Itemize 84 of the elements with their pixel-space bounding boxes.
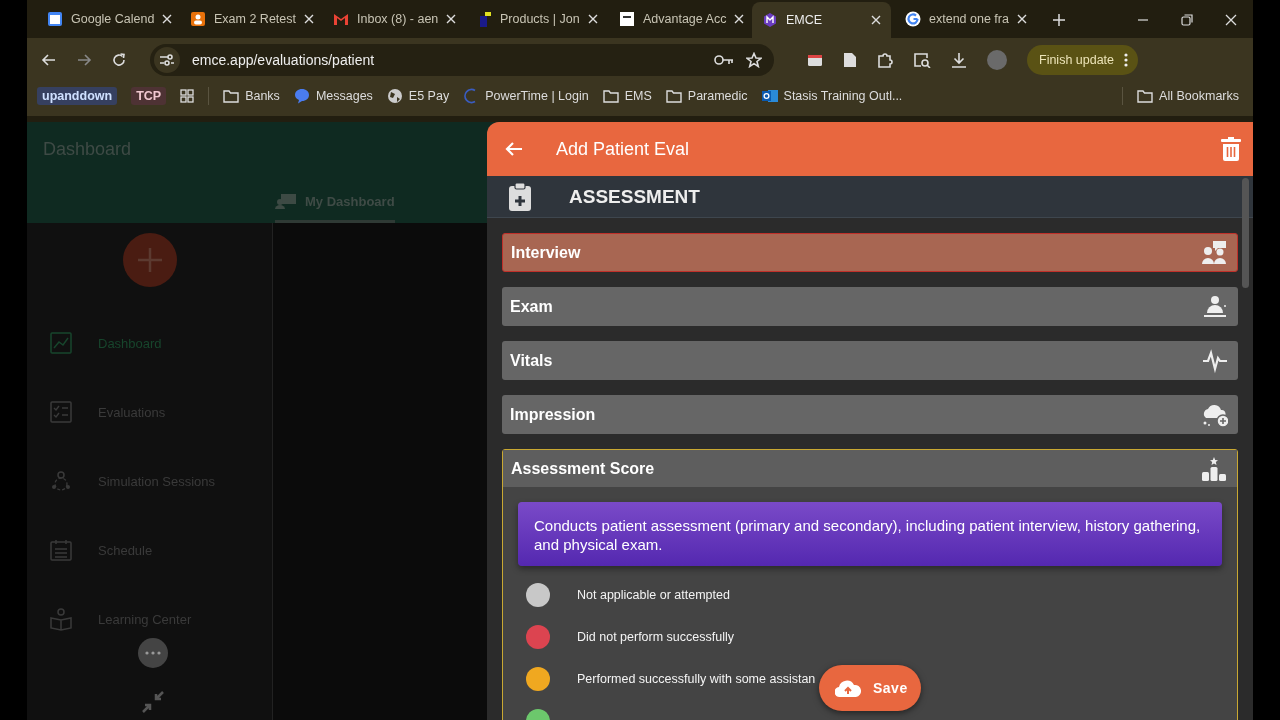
accordion-header[interactable]: Vitals [502, 341, 1238, 380]
clipboard-medical-icon [509, 182, 531, 211]
radio-dot[interactable] [526, 667, 550, 691]
collapse-icon[interactable] [140, 690, 165, 714]
star-icon[interactable] [746, 52, 762, 68]
close-icon[interactable] [1016, 13, 1027, 24]
outlook-icon [761, 88, 778, 104]
bookmark-chip[interactable]: TCP [131, 87, 167, 105]
chart-icon [50, 332, 72, 355]
radio-dot[interactable] [526, 583, 550, 607]
puzzle-icon[interactable] [877, 52, 893, 68]
bookmark-chip[interactable]: upanddown [37, 87, 118, 105]
accordion-header[interactable]: Exam [502, 287, 1238, 326]
bookmark-link[interactable]: PowerTime | Login [463, 88, 589, 104]
globe-icon [386, 88, 403, 104]
pulse-icon [1202, 347, 1228, 374]
browser-tab[interactable]: Advantage Acc [609, 2, 748, 35]
close-icon[interactable] [587, 13, 598, 24]
browser-tab[interactable]: Products | Jon [466, 2, 605, 35]
browser-tab[interactable]: Google Calend [37, 2, 176, 35]
more-icon[interactable] [137, 638, 168, 668]
description-banner: Conducts patient assessment (primary and secondary), including patient interview, history gathering, and physical exam. [518, 502, 1222, 566]
google-logo-icon [905, 10, 921, 27]
radio-dot[interactable] [526, 625, 550, 649]
bookmark-link[interactable]: All Bookmarks [1137, 88, 1239, 104]
calendar-icon [50, 539, 72, 562]
restore-icon[interactable] [1181, 14, 1193, 26]
accordion-header[interactable]: Interview [502, 233, 1238, 272]
bookmark-link[interactable]: Banks [223, 88, 280, 104]
close-icon[interactable] [162, 13, 173, 24]
folder-icon [665, 88, 682, 104]
back-icon[interactable] [41, 52, 57, 68]
bookmark-link[interactable]: EMS [602, 88, 652, 104]
hexagon-logo-icon [762, 12, 778, 28]
folder-icon [223, 88, 240, 104]
people-circle-icon [50, 470, 72, 493]
section-title: ASSESSMENT [569, 185, 700, 208]
browser-tab[interactable]: EMCE [752, 2, 891, 38]
option-label: Did not perform successfully [577, 630, 734, 644]
more-icon[interactable] [1124, 53, 1129, 67]
close-icon[interactable] [871, 15, 881, 25]
key-icon[interactable] [714, 54, 734, 66]
browser-tab[interactable]: Inbox (8) - aen [323, 2, 462, 35]
accordion-header[interactable]: Impression [502, 395, 1238, 434]
scrollbar[interactable] [1242, 178, 1249, 288]
bookmark-link[interactable]: Paramedic [665, 88, 748, 104]
trash-icon[interactable] [1221, 137, 1241, 161]
forward-icon[interactable] [76, 52, 92, 68]
document-icon [619, 10, 635, 27]
site-settings-icon[interactable] [159, 53, 175, 67]
calendar-icon [47, 10, 63, 27]
window-icon[interactable] [807, 52, 823, 68]
close-icon[interactable] [304, 13, 314, 24]
checklist-icon [50, 401, 72, 424]
bookmark-link[interactable]: Stasis Training Outl... [761, 88, 903, 104]
people-chat-icon [1201, 239, 1227, 266]
page-search-icon[interactable] [913, 52, 931, 68]
browser-tab[interactable]: Exam 2 Retest [180, 2, 319, 35]
cloud-upload-icon [835, 678, 861, 698]
apps-grid-icon[interactable] [180, 89, 195, 103]
close-icon[interactable] [1225, 14, 1237, 26]
accordion-header[interactable]: Assessment Score [503, 450, 1237, 487]
panel-title: Add Patient Eval [556, 138, 690, 160]
bookmark-link[interactable]: Messages [293, 88, 373, 104]
podium-star-icon [1201, 455, 1227, 482]
download-icon[interactable] [951, 52, 967, 68]
monitor-people-icon [275, 193, 297, 209]
person-icon [190, 10, 206, 27]
bookmark-link[interactable]: E5 Pay [386, 88, 450, 104]
browser-tab[interactable]: extend one fra [895, 2, 1034, 35]
folder-icon [1137, 88, 1154, 104]
reload-icon[interactable] [111, 52, 127, 68]
page-icon[interactable] [843, 52, 857, 68]
update-button[interactable]: Finish update [1027, 45, 1139, 75]
option-label: Performed successfully with some assistan [577, 672, 816, 686]
close-icon[interactable] [446, 13, 457, 24]
speech-bubble-icon [293, 88, 310, 104]
plus-icon[interactable] [1052, 13, 1066, 27]
address-bar[interactable]: emce.app/evaluations/patient [150, 44, 774, 76]
person-desk-icon [1202, 293, 1228, 320]
folder-icon [602, 88, 619, 104]
option-label: Not applicable or attempted [577, 588, 730, 602]
close-icon[interactable] [734, 13, 745, 24]
book-icon [50, 608, 72, 631]
